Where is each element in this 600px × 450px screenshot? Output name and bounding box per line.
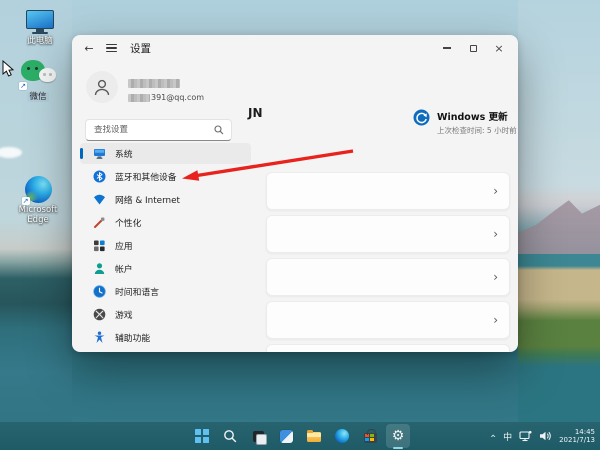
user-email: 391@qq.com	[128, 93, 204, 102]
settings-taskbar-button[interactable]: ⚙	[386, 424, 410, 449]
taskbar-clock[interactable]: 14:45 2021/7/13	[559, 428, 595, 445]
wechat-icon: ↗	[19, 60, 57, 90]
taskbar: ⚙ › 中 14:45 2021/7/13	[0, 422, 600, 450]
windows-logo-icon	[195, 429, 209, 443]
store-bag-icon	[363, 429, 377, 443]
desktop-icon-this-pc[interactable]: 此电脑	[14, 10, 66, 46]
wechat-label: 微信	[27, 92, 49, 102]
mouse-cursor	[2, 60, 15, 77]
monitor-icon	[93, 147, 106, 160]
sidebar-item-accessibility[interactable]: 辅助功能	[80, 327, 251, 348]
settings-row[interactable]: ›	[266, 344, 510, 352]
account-person-icon	[93, 262, 106, 275]
settings-sidebar: 系统 蓝牙和其他设备 网络 & Internet 个性化 应用 帐户 时间和语言…	[80, 143, 251, 350]
edge-icon	[335, 429, 349, 443]
windows-update-status[interactable]: Windows 更新 上次检查时间: 5 小时前	[413, 109, 517, 136]
chevron-right-icon: ›	[493, 184, 498, 198]
close-button[interactable]: ×	[486, 35, 512, 61]
xbox-icon	[93, 308, 106, 321]
sidebar-item-apps[interactable]: 应用	[80, 235, 251, 256]
shortcut-arrow-badge: ↗	[19, 82, 27, 90]
settings-content-rows: › › › › ›	[266, 172, 510, 352]
microsoft-store-button[interactable]	[358, 424, 382, 448]
page-heading-fragment: JN	[248, 106, 263, 120]
settings-row[interactable]: ›	[266, 172, 510, 210]
desktop-icon-edge[interactable]: ↗ Microsoft Edge	[12, 176, 64, 225]
brush-icon	[93, 216, 106, 229]
system-tray: › 中 14:45 2021/7/13	[488, 422, 595, 450]
settings-row[interactable]: ›	[266, 258, 510, 296]
sidebar-item-network[interactable]: 网络 & Internet	[80, 189, 251, 210]
ime-indicator[interactable]: 中	[503, 430, 512, 443]
desktop-icon-wechat[interactable]: ↗ 微信	[12, 60, 64, 102]
windows-update-title: Windows 更新	[437, 112, 508, 123]
apps-grid-icon	[93, 239, 106, 252]
settings-row[interactable]: ›	[266, 215, 510, 253]
shortcut-arrow-badge: ↗	[21, 197, 30, 205]
sidebar-item-time-language[interactable]: 时间和语言	[80, 281, 251, 302]
settings-window: ← 设置 × 391@qq.com JN 系统	[72, 35, 518, 352]
edge-taskbar-button[interactable]	[330, 424, 354, 448]
windows-update-subtitle: 上次检查时间: 5 小时前	[437, 126, 517, 135]
wifi-icon	[93, 193, 106, 206]
user-name-redacted	[128, 79, 180, 88]
edge-icon: ↗	[21, 176, 52, 205]
task-view-button[interactable]	[246, 424, 270, 448]
network-icon[interactable]	[519, 430, 532, 442]
clock-icon	[93, 285, 106, 298]
folder-icon	[307, 430, 321, 442]
email-text: 391@qq.com	[151, 93, 205, 102]
sidebar-item-gaming[interactable]: 游戏	[80, 304, 251, 325]
taskbar-search-button[interactable]	[218, 424, 242, 448]
back-button[interactable]: ←	[78, 42, 100, 55]
tray-overflow-chevron-icon[interactable]: ›	[488, 434, 499, 438]
volume-icon[interactable]	[539, 430, 552, 442]
sidebar-item-accounts[interactable]: 帐户	[80, 258, 251, 279]
clock-time: 14:45	[574, 427, 595, 436]
clock-date: 2021/7/13	[559, 436, 595, 444]
search-icon	[214, 125, 224, 135]
windows-update-icon	[413, 109, 430, 126]
menu-icon[interactable]	[100, 43, 122, 53]
search-input[interactable]	[86, 125, 214, 135]
sidebar-item-system[interactable]: 系统	[80, 143, 251, 164]
chevron-right-icon: ›	[493, 313, 498, 327]
bluetooth-icon	[93, 170, 106, 183]
chevron-right-icon: ›	[493, 227, 498, 241]
settings-row[interactable]: ›	[266, 301, 510, 339]
gear-icon: ⚙	[391, 428, 405, 444]
this-pc-icon	[26, 10, 54, 34]
email-prefix-redacted	[128, 93, 150, 102]
maximize-button[interactable]	[460, 35, 486, 61]
user-avatar[interactable]	[86, 71, 118, 103]
minimize-button[interactable]	[434, 35, 460, 61]
task-view-icon	[252, 430, 267, 445]
sidebar-item-bluetooth[interactable]: 蓝牙和其他设备	[80, 166, 251, 187]
search-icon	[224, 430, 237, 443]
this-pc-label: 此电脑	[27, 36, 53, 46]
widgets-button[interactable]	[274, 424, 298, 448]
widgets-icon	[279, 429, 293, 443]
chevron-right-icon: ›	[493, 270, 498, 284]
sidebar-item-personalization[interactable]: 个性化	[80, 212, 251, 233]
file-explorer-button[interactable]	[302, 424, 326, 448]
settings-search-box[interactable]	[85, 119, 232, 141]
start-button[interactable]	[190, 424, 214, 448]
accessibility-icon	[93, 331, 106, 344]
person-icon	[94, 79, 110, 96]
window-title: 设置	[130, 42, 151, 55]
edge-label: Microsoft Edge	[18, 205, 58, 225]
selected-indicator	[80, 148, 83, 159]
titlebar[interactable]: ← 设置 ×	[72, 35, 518, 61]
